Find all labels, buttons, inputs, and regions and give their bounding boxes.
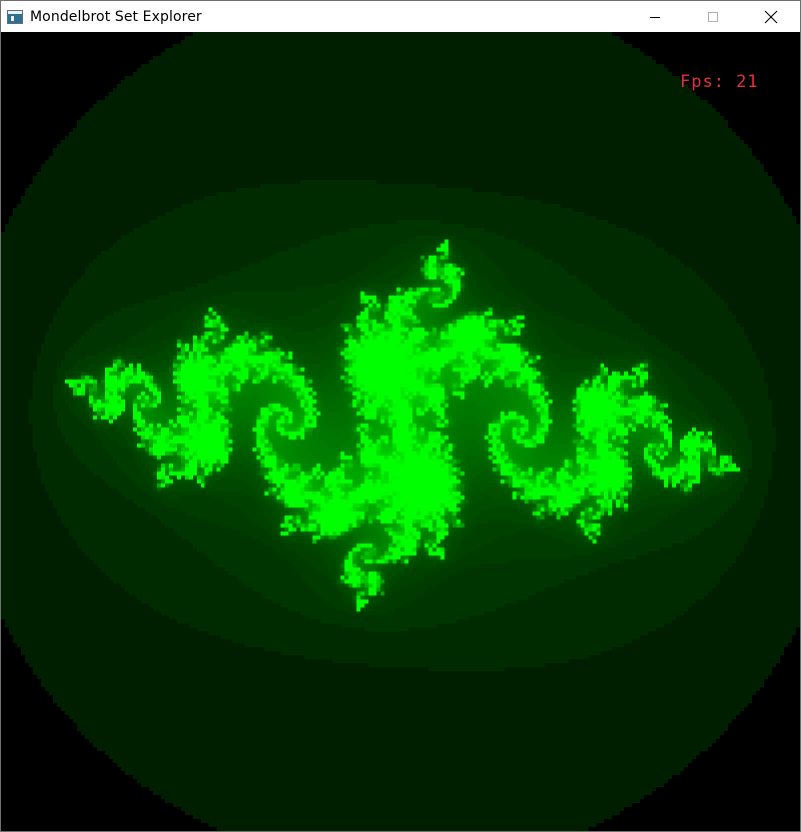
title-bar[interactable]: Mondelbrot Set Explorer [1,1,800,32]
render-viewport[interactable]: Fps: 21 [1,32,800,831]
close-button[interactable] [742,1,800,32]
window-controls [626,1,800,32]
app-window: Mondelbrot Set Explorer Fps: 21 [0,0,801,832]
fractal-canvas[interactable] [1,32,800,831]
maximize-button[interactable] [684,1,742,32]
close-icon [764,10,778,23]
maximize-icon [708,11,718,22]
fps-counter: Fps: 21 [680,72,759,92]
window-title: Mondelbrot Set Explorer [30,8,202,25]
minimize-icon [650,16,660,18]
window-app-icon[interactable] [7,9,23,24]
minimize-button[interactable] [626,1,684,32]
